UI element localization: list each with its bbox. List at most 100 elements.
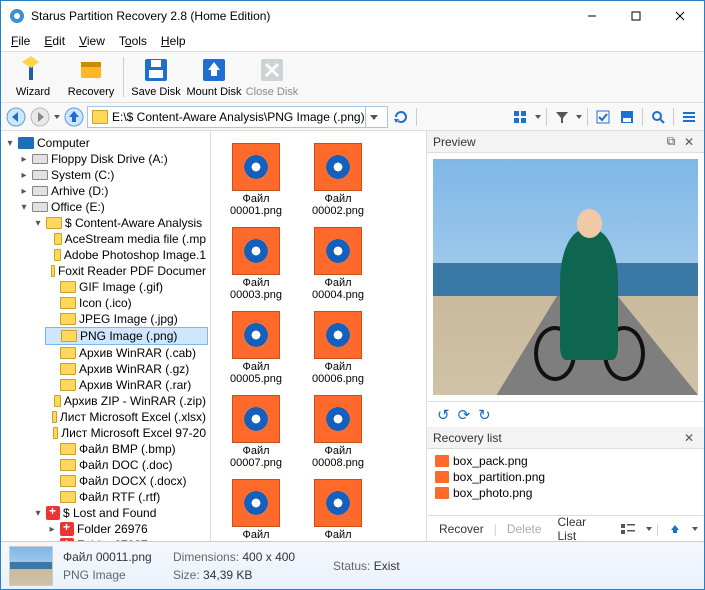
tree-folder[interactable]: Icon (.ico) — [45, 295, 208, 311]
tree-label: Файл DOC (.doc) — [79, 458, 173, 472]
tree-label: Folder 26976 — [77, 522, 148, 536]
save-button[interactable] — [616, 106, 638, 128]
recover-button[interactable]: Recover — [433, 520, 490, 538]
chevron-down-icon[interactable] — [691, 523, 698, 535]
tree-label: System (C:) — [51, 168, 114, 182]
file-item[interactable]: Файл 00002.png — [297, 139, 379, 217]
filter-button[interactable] — [551, 106, 573, 128]
minimize-button[interactable] — [570, 2, 614, 30]
tree-content-aware[interactable]: ▾$ Content-Aware Analysis — [31, 215, 208, 231]
tree-folder[interactable]: PNG Image (.png) — [45, 327, 208, 345]
wizard-button[interactable]: Wizard — [5, 53, 61, 101]
menu-file[interactable]: File — [5, 33, 36, 49]
folder-tree[interactable]: ▾Computer ▸Floppy Disk Drive (A:) ▸Syste… — [1, 131, 211, 541]
tree-label: Adobe Photoshop Image.1 — [64, 248, 206, 262]
file-item[interactable]: Файл 00003.png — [215, 223, 297, 301]
tree-folder[interactable]: Adobe Photoshop Image.1 — [45, 247, 208, 263]
recovery-close-icon[interactable]: ✕ — [680, 429, 698, 447]
up-button[interactable] — [63, 106, 85, 128]
menu-tools[interactable]: Tools — [113, 33, 153, 49]
file-item[interactable]: Файл 00004.png — [297, 223, 379, 301]
tree-folder[interactable]: JPEG Image (.jpg) — [45, 311, 208, 327]
tree-folder[interactable]: Архив ZIP - WinRAR (.zip) — [45, 393, 208, 409]
tree-folder[interactable]: GIF Image (.gif) — [45, 279, 208, 295]
preview-close-icon[interactable]: ✕ — [680, 133, 698, 151]
recovery-list[interactable]: box_pack.pngbox_partition.pngbox_photo.p… — [427, 449, 704, 515]
view-dropdown[interactable] — [510, 106, 532, 128]
file-thumbnail — [232, 143, 280, 191]
search-button[interactable] — [647, 106, 669, 128]
file-item[interactable]: Файл 00005.png — [215, 307, 297, 385]
file-item[interactable]: Файл 00006.png — [297, 307, 379, 385]
tree-folder[interactable]: ▸Folder 26976 — [45, 521, 208, 537]
menu-edit[interactable]: Edit — [38, 33, 71, 49]
recovery-view-icon[interactable] — [615, 521, 641, 537]
savedisk-label: Save Disk — [131, 86, 181, 98]
menu-view[interactable]: View — [73, 33, 111, 49]
mount-disk-icon — [200, 56, 228, 84]
file-thumbnail — [314, 227, 362, 275]
tree-drive[interactable]: ▸System (C:) — [17, 167, 208, 183]
mountdisk-button[interactable]: Mount Disk — [186, 53, 242, 101]
drive-icon — [32, 202, 48, 212]
history-dropdown-icon[interactable] — [53, 108, 61, 126]
address-dropdown-icon[interactable] — [365, 107, 383, 127]
forward-button[interactable] — [29, 106, 51, 128]
file-item[interactable]: Файл 00001.png — [215, 139, 297, 217]
preview-popout-icon[interactable]: ⧉ — [662, 133, 680, 151]
folder-icon — [61, 330, 77, 342]
tree-drive[interactable]: ▸Floppy Disk Drive (A:) — [17, 151, 208, 167]
options-button[interactable] — [678, 106, 700, 128]
separator — [123, 57, 124, 97]
chevron-down-icon[interactable] — [534, 110, 542, 124]
maximize-button[interactable] — [614, 2, 658, 30]
tree-folder[interactable]: Файл BMP (.bmp) — [45, 441, 208, 457]
tree-folder[interactable]: Foxit Reader PDF Documer — [45, 263, 208, 279]
file-name: Файл 00010.png — [297, 529, 379, 541]
tree-folder[interactable]: Файл DOC (.doc) — [45, 457, 208, 473]
select-all-button[interactable] — [592, 106, 614, 128]
chevron-down-icon[interactable] — [575, 110, 583, 124]
file-list[interactable]: Файл 00001.pngФайл 00002.pngФайл 00003.p… — [211, 131, 426, 541]
tree-drive[interactable]: ▾Office (E:) — [17, 199, 208, 215]
menu-help[interactable]: Help — [155, 33, 192, 49]
status-status-value: Exist — [374, 559, 400, 573]
recovery-item[interactable]: box_photo.png — [435, 485, 696, 501]
chevron-down-icon[interactable] — [645, 523, 652, 535]
eye-icon — [244, 323, 268, 347]
recovery-up-icon[interactable] — [663, 521, 687, 537]
tree-folder[interactable]: Лист Microsoft Excel (.xlsx) — [45, 409, 208, 425]
recovery-button[interactable]: Recovery — [63, 53, 119, 101]
eye-icon — [326, 323, 350, 347]
tree-lost-found[interactable]: ▾$ Lost and Found — [31, 505, 208, 521]
savedisk-button[interactable]: Save Disk — [128, 53, 184, 101]
address-input[interactable]: E:\$ Content-Aware Analysis\PNG Image (.… — [87, 106, 388, 128]
wizard-label: Wizard — [16, 86, 50, 98]
back-button[interactable] — [5, 106, 27, 128]
refresh-button[interactable] — [390, 106, 412, 128]
tree-drive[interactable]: ▸Arhive (D:) — [17, 183, 208, 199]
file-item[interactable]: Файл 00007.png — [215, 391, 297, 469]
tree-folder[interactable]: Архив WinRAR (.rar) — [45, 377, 208, 393]
file-item[interactable]: Файл 00008.png — [297, 391, 379, 469]
recovery-toolbar: Recover | Delete Clear List | — [427, 515, 704, 541]
tree-folder[interactable]: AceStream media file (.mp — [45, 231, 208, 247]
tree-folder[interactable]: Архив WinRAR (.gz) — [45, 361, 208, 377]
folder-icon — [60, 443, 76, 455]
refresh-icon[interactable]: ⟳ — [458, 406, 471, 424]
file-icon — [435, 455, 449, 467]
file-item[interactable]: Файл 00009.png — [215, 475, 297, 541]
tree-folder[interactable]: Файл DOCX (.docx) — [45, 473, 208, 489]
tree-computer[interactable]: ▾Computer — [3, 135, 208, 151]
close-button[interactable] — [658, 2, 702, 30]
tree-folder[interactable]: Архив WinRAR (.cab) — [45, 345, 208, 361]
file-item[interactable]: Файл 00010.png — [297, 475, 379, 541]
recovery-item[interactable]: box_pack.png — [435, 453, 696, 469]
clearlist-button[interactable]: Clear List — [552, 513, 608, 542]
rotate-right-icon[interactable]: ↻ — [478, 406, 491, 424]
tree-folder[interactable]: Лист Microsoft Excel 97-20 — [45, 425, 208, 441]
rotate-left-icon[interactable]: ↺ — [437, 406, 450, 424]
recovery-item[interactable]: box_partition.png — [435, 469, 696, 485]
tree-folder[interactable]: Файл RTF (.rtf) — [45, 489, 208, 505]
eye-icon — [244, 155, 268, 179]
